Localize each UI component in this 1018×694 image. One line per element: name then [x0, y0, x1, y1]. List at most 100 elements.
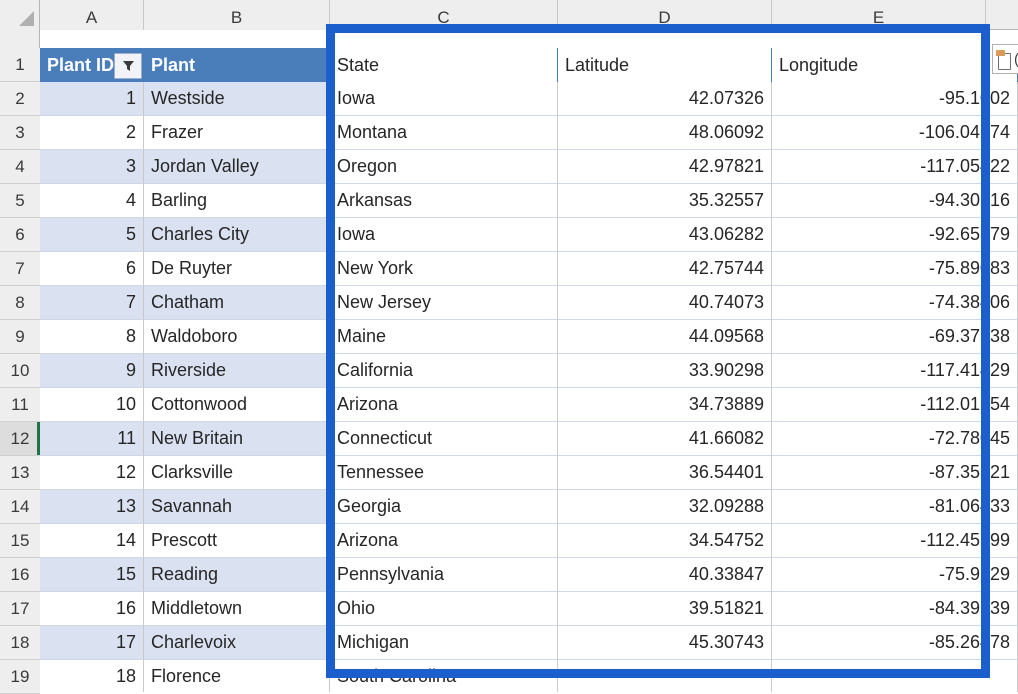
cell-latitude[interactable]: 41.66082 — [558, 422, 772, 456]
cell-plant[interactable]: Florence — [144, 660, 330, 692]
cell-longitude[interactable]: -69.37538 — [772, 320, 1018, 354]
cell-state[interactable]: Michigan — [330, 626, 558, 660]
row-header-16[interactable]: 16 — [0, 558, 40, 592]
cell-plant-id[interactable]: 12 — [40, 456, 144, 490]
cell-plant[interactable]: New Britain — [144, 422, 330, 456]
cell-plant-id[interactable]: 2 — [40, 116, 144, 150]
table-row[interactable]: 9 Riverside California 33.90298 -117.41429 — [40, 354, 1018, 388]
cell-plant[interactable]: Clarksville — [144, 456, 330, 490]
cell-plant-id[interactable]: 8 — [40, 320, 144, 354]
table-row[interactable]: 10 Cottonwood Arizona 34.73889 -112.01254 — [40, 388, 1018, 422]
cell-longitude[interactable]: -74.38406 — [772, 286, 1018, 320]
cell-longitude[interactable]: -94.30216 — [772, 184, 1018, 218]
header-cell-latitude[interactable]: Latitude — [558, 48, 772, 82]
cell-longitude[interactable]: -75.9229 — [772, 558, 1018, 592]
cell-plant[interactable]: Jordan Valley — [144, 150, 330, 184]
filter-dropdown-icon[interactable] — [114, 53, 142, 79]
cell-plant-id[interactable]: 1 — [40, 82, 144, 116]
cell-plant-id[interactable]: 5 — [40, 218, 144, 252]
cell-plant[interactable]: Savannah — [144, 490, 330, 524]
cell-state[interactable]: Arizona — [330, 524, 558, 558]
row-header-19[interactable]: 19 — [0, 660, 40, 694]
cell-state[interactable]: Arkansas — [330, 184, 558, 218]
cell-state[interactable]: New Jersey — [330, 286, 558, 320]
table-row[interactable]: 16 Middletown Ohio 39.51821 -84.39139 — [40, 592, 1018, 626]
header-cell-state[interactable]: State — [330, 48, 558, 82]
cell-latitude[interactable]: 45.30743 — [558, 626, 772, 660]
row-header-5[interactable]: 5 — [0, 184, 40, 218]
cell-plant[interactable]: Cottonwood — [144, 388, 330, 422]
row-header-1[interactable]: 1 — [0, 48, 40, 82]
cell-plant[interactable]: Barling — [144, 184, 330, 218]
cell-latitude[interactable]: 40.33847 — [558, 558, 772, 592]
cell-plant-id[interactable]: 6 — [40, 252, 144, 286]
header-cell-longitude[interactable]: Longitude — [772, 48, 1018, 82]
cell-longitude[interactable]: -81.06433 — [772, 490, 1018, 524]
cell-latitude[interactable]: 32.09288 — [558, 490, 772, 524]
spreadsheet-grid[interactable]: ABCDE 1 2 3 4 5 6 7 8 9 10 11 12 13 14 15 16 17 18 19 Plan… — [0, 0, 1018, 694]
cell-longitude[interactable]: -92.65379 — [772, 218, 1018, 252]
paste-options-smart-tag[interactable]: ( — [992, 44, 1018, 74]
header-cell-plant[interactable]: Plant — [144, 48, 330, 82]
table-row[interactable]: 8 Waldoboro Maine 44.09568 -69.37538 — [40, 320, 1018, 354]
cell-plant-id[interactable]: 14 — [40, 524, 144, 558]
cell-longitude[interactable]: -84.39139 — [772, 592, 1018, 626]
cell-state[interactable]: Connecticut — [330, 422, 558, 456]
table-row[interactable]: 18 Florence South Carolina — [40, 660, 1018, 692]
row-header-9[interactable]: 9 — [0, 320, 40, 354]
cell-latitude[interactable]: 36.54401 — [558, 456, 772, 490]
cell-plant-id[interactable]: 11 — [40, 422, 144, 456]
cell-plant-id[interactable]: 17 — [40, 626, 144, 660]
cell-longitude[interactable]: -72.78045 — [772, 422, 1018, 456]
cell-plant[interactable]: Chatham — [144, 286, 330, 320]
cell-latitude[interactable]: 34.54752 — [558, 524, 772, 558]
cell-plant-id[interactable]: 16 — [40, 592, 144, 626]
row-header-8[interactable]: 8 — [0, 286, 40, 320]
cell-plant[interactable]: Westside — [144, 82, 330, 116]
table-row[interactable]: 17 Charlevoix Michigan 45.30743 -85.26478 — [40, 626, 1018, 660]
cell-plant[interactable]: Charles City — [144, 218, 330, 252]
cell-state[interactable]: California — [330, 354, 558, 388]
cell-latitude[interactable]: 40.74073 — [558, 286, 772, 320]
table-row[interactable]: 2 Frazer Montana 48.06092 -106.04274 — [40, 116, 1018, 150]
cell-latitude[interactable]: 48.06092 — [558, 116, 772, 150]
cell-plant-id[interactable]: 13 — [40, 490, 144, 524]
table-row[interactable]: 11 New Britain Connecticut 41.66082 -72.7804… — [40, 422, 1018, 456]
column-header-e[interactable]: E — [772, 0, 986, 30]
cell-plant[interactable]: Waldoboro — [144, 320, 330, 354]
row-header-11[interactable]: 11 — [0, 388, 40, 422]
cell-state[interactable]: Maine — [330, 320, 558, 354]
row-header-14[interactable]: 14 — [0, 490, 40, 524]
cell-state[interactable]: Iowa — [330, 82, 558, 116]
row-header-17[interactable]: 17 — [0, 592, 40, 626]
table-row[interactable]: 15 Reading Pennsylvania 40.33847 -75.9229 — [40, 558, 1018, 592]
cell-latitude[interactable]: 34.73889 — [558, 388, 772, 422]
cell-state[interactable]: Arizona — [330, 388, 558, 422]
cell-longitude[interactable]: -87.35521 — [772, 456, 1018, 490]
column-header-a[interactable]: A — [40, 0, 144, 30]
row-header-12[interactable]: 12 — [0, 422, 40, 456]
cell-state[interactable]: Georgia — [330, 490, 558, 524]
table-row[interactable]: 3 Jordan Valley Oregon 42.97821 -117.05422 — [40, 150, 1018, 184]
cell-longitude[interactable]: -106.04274 — [772, 116, 1018, 150]
cell-plant[interactable]: De Ruyter — [144, 252, 330, 286]
cell-latitude[interactable]: 33.90298 — [558, 354, 772, 388]
cell-state[interactable]: South Carolina — [330, 660, 558, 692]
cell-plant[interactable]: Middletown — [144, 592, 330, 626]
table-row[interactable]: 6 De Ruyter New York 42.75744 -75.89083 — [40, 252, 1018, 286]
cell-longitude[interactable]: -117.41429 — [772, 354, 1018, 388]
cell-latitude[interactable] — [558, 660, 772, 692]
cell-latitude[interactable]: 42.07326 — [558, 82, 772, 116]
row-header-3[interactable]: 3 — [0, 116, 40, 150]
row-header-15[interactable]: 15 — [0, 524, 40, 558]
cell-plant-id[interactable]: 10 — [40, 388, 144, 422]
column-header-b[interactable]: B — [144, 0, 330, 30]
table-row[interactable]: 7 Chatham New Jersey 40.74073 -74.38406 — [40, 286, 1018, 320]
cell-longitude[interactable]: -75.89083 — [772, 252, 1018, 286]
cell-state[interactable]: New York — [330, 252, 558, 286]
cell-plant-id[interactable]: 4 — [40, 184, 144, 218]
cell-longitude[interactable]: -117.05422 — [772, 150, 1018, 184]
cell-plant-id[interactable]: 9 — [40, 354, 144, 388]
row-header-6[interactable]: 6 — [0, 218, 40, 252]
row-header-13[interactable]: 13 — [0, 456, 40, 490]
